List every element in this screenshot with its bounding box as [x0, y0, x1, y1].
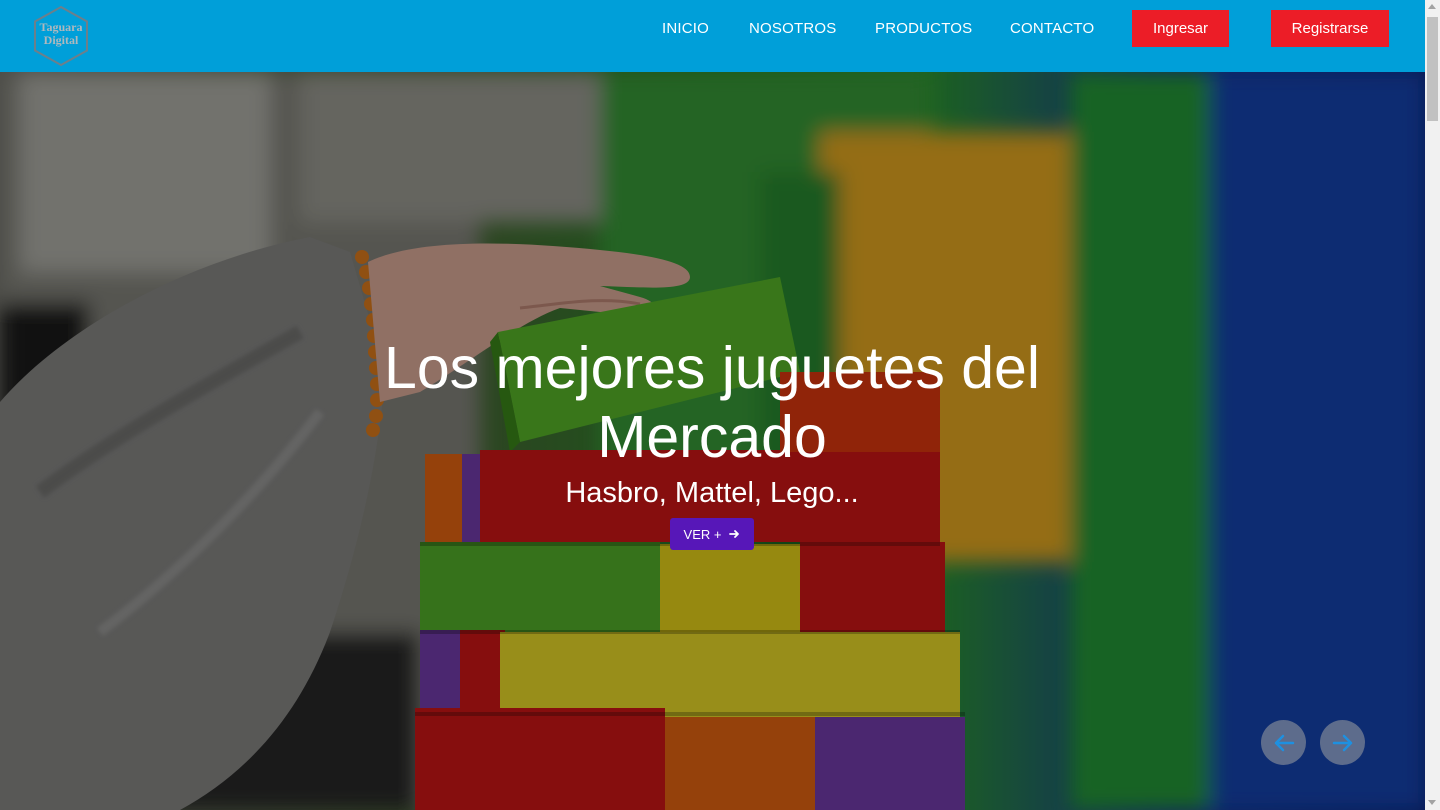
nav-link-inicio[interactable]: INICIO	[662, 20, 709, 37]
nav-link-productos[interactable]: PRODUCTOS	[875, 20, 972, 37]
hero-subtitle: Hasbro, Mattel, Lego...	[565, 477, 859, 509]
arrow-right-icon	[1332, 734, 1352, 751]
brand-logo[interactable]: Taguara Digital	[30, 5, 92, 67]
hero-title: Los mejores juguetes del Mercado	[384, 335, 1040, 470]
carousel-prev-button[interactable]	[1261, 720, 1306, 765]
scrollbar-thumb[interactable]	[1427, 17, 1438, 121]
scroll-down-icon[interactable]	[1428, 800, 1436, 805]
nav-link-contacto[interactable]: CONTACTO	[1010, 20, 1094, 37]
login-button[interactable]: Ingresar	[1132, 10, 1229, 47]
ver-more-label: VER +	[683, 526, 722, 542]
logo-text: Taguara Digital	[39, 20, 83, 47]
carousel-next-button[interactable]	[1320, 720, 1365, 765]
arrow-right-icon	[729, 530, 740, 538]
register-button[interactable]: Registrarse	[1271, 10, 1389, 47]
scroll-up-icon[interactable]	[1428, 4, 1436, 9]
hero-carousel: Los mejores juguetes del Mercado Hasbro,…	[0, 72, 1425, 810]
nav-link-nosotros[interactable]: NOSOTROS	[749, 20, 836, 37]
navbar: Taguara Digital INICIO NOSOTROS PRODUCTO…	[0, 0, 1425, 72]
arrow-left-icon	[1274, 734, 1294, 751]
ver-more-button[interactable]: VER +	[670, 518, 754, 550]
page-scrollbar[interactable]	[1425, 0, 1440, 810]
